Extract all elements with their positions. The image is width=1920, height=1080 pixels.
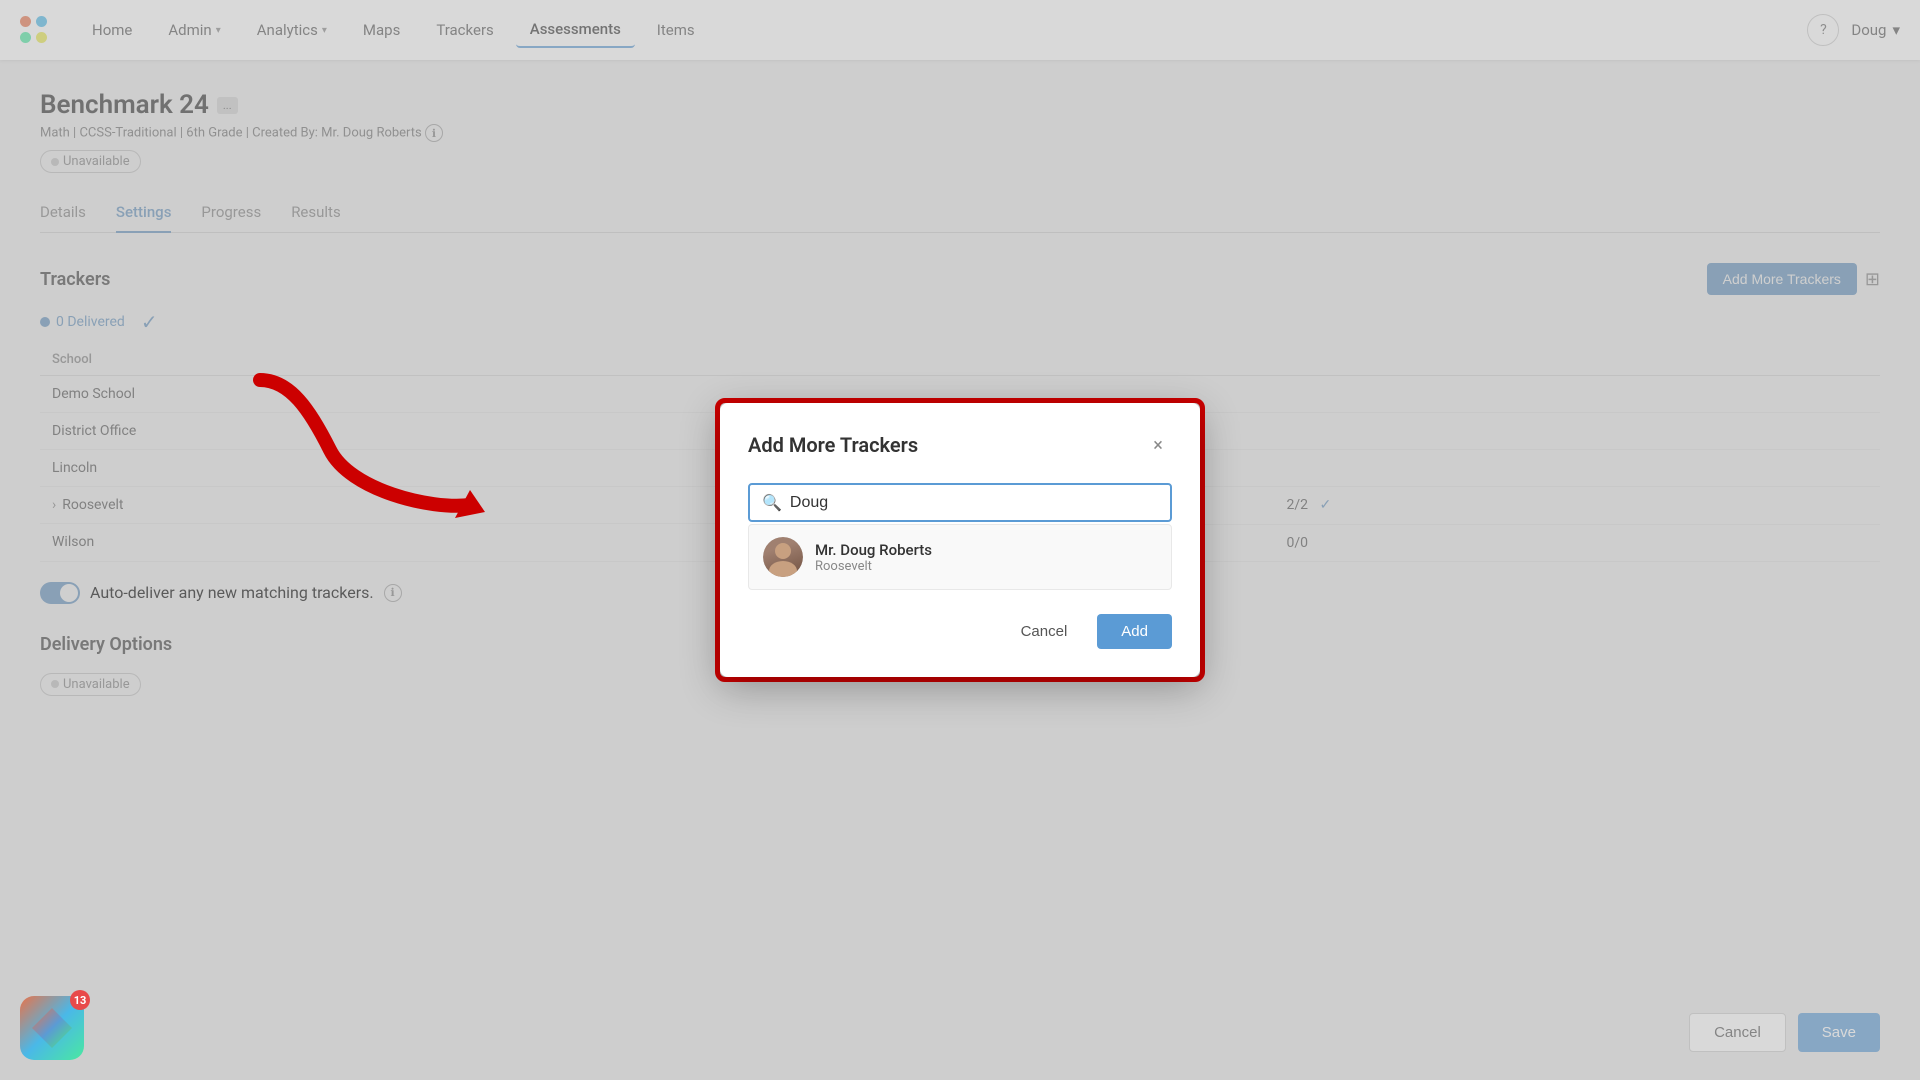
modal-overlay: Add More Trackers × 🔍 Mr. Doug Roberts R… bbox=[0, 0, 1920, 1080]
modal-close-button[interactable]: × bbox=[1144, 431, 1172, 459]
add-button[interactable]: Add bbox=[1097, 614, 1172, 649]
modal-header: Add More Trackers × bbox=[748, 431, 1172, 459]
search-results-list: Mr. Doug Roberts Roosevelt bbox=[748, 524, 1172, 590]
modal-title: Add More Trackers bbox=[748, 433, 918, 457]
app-launcher[interactable]: 13 bbox=[20, 996, 84, 1060]
cancel-button[interactable]: Cancel bbox=[1001, 614, 1088, 649]
avatar-image bbox=[763, 537, 803, 577]
modal-container: Add More Trackers × 🔍 Mr. Doug Roberts R… bbox=[715, 398, 1205, 682]
list-item[interactable]: Mr. Doug Roberts Roosevelt bbox=[749, 525, 1171, 589]
search-icon: 🔍 bbox=[762, 493, 782, 512]
app-icon-graphic bbox=[32, 1008, 72, 1048]
app-icon: 13 bbox=[20, 996, 84, 1060]
modal-footer: Cancel Add bbox=[748, 614, 1172, 649]
app-badge: 13 bbox=[70, 990, 90, 1010]
search-box: 🔍 bbox=[748, 483, 1172, 522]
avatar bbox=[763, 537, 803, 577]
annotation-arrow bbox=[230, 350, 510, 534]
add-trackers-modal: Add More Trackers × 🔍 Mr. Doug Roberts R… bbox=[720, 403, 1200, 677]
result-name: Mr. Doug Roberts bbox=[815, 541, 932, 559]
search-input[interactable] bbox=[790, 494, 1158, 512]
result-subtitle: Roosevelt bbox=[815, 559, 932, 574]
result-info: Mr. Doug Roberts Roosevelt bbox=[815, 541, 932, 574]
